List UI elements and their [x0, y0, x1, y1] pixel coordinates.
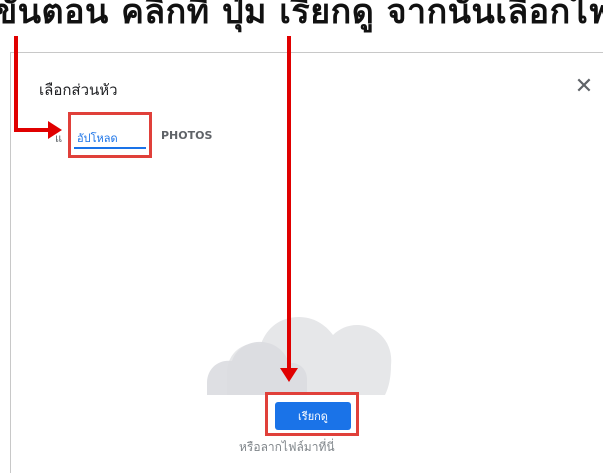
screenshot: ขั้นตอน คลิกที่ ปุ่ม เรียกดู จากนั้นเลือ…: [0, 0, 603, 473]
arrow-head-icon: [280, 368, 298, 382]
annotation-arrow-line: [14, 128, 50, 132]
tab-photos[interactable]: PHOTOS: [161, 129, 212, 142]
highlight-upload-tab: [68, 112, 152, 158]
cloud-upload-illustration: [207, 317, 392, 395]
dialog-title: เลือกส่วนหัว: [39, 81, 118, 99]
annotation-arrow-line: [287, 36, 291, 370]
annotation-arrow-line: [14, 36, 18, 132]
highlight-browse-button: [265, 392, 359, 436]
instruction-caption: ขั้นตอน คลิกที่ ปุ่ม เรียกดู จากนั้นเลือ…: [0, 0, 603, 32]
close-icon[interactable]: ✕: [571, 75, 597, 101]
drop-hint-text: หรือลากไฟล์มาที่นี่: [239, 440, 335, 454]
arrow-head-icon: [48, 121, 62, 139]
